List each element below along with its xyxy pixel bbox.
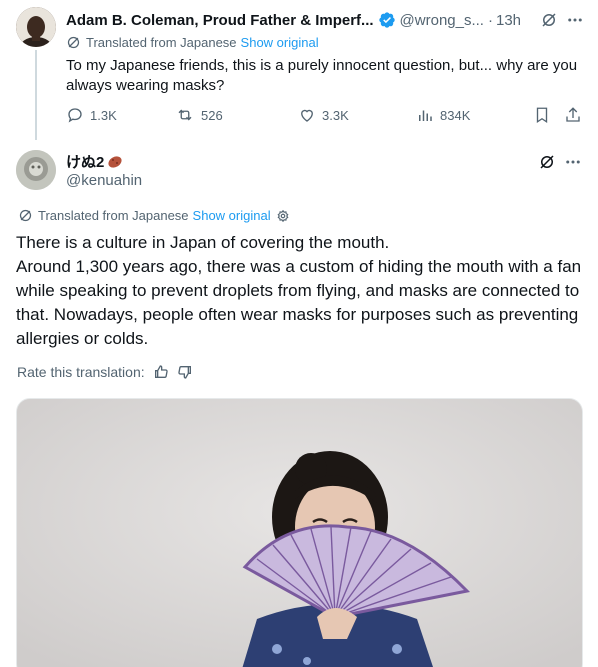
verified-badge-icon[interactable] [378,11,396,29]
thumbs-down-icon[interactable] [177,364,193,380]
author-name[interactable]: Adam B. Coleman, Proud Father & Imperf..… [66,12,374,29]
views-button[interactable]: 834K [416,106,470,124]
reply-author-row: けぬ2 [66,151,123,172]
reply-avatar[interactable] [16,150,56,190]
reply-author-handle[interactable]: @kenuahin [66,172,142,189]
repost-button[interactable]: 526 [175,106,223,124]
more-icon[interactable] [562,151,584,173]
share-button[interactable] [564,106,588,124]
reply-count: 1.3K [90,107,117,123]
view-count: 834K [440,107,471,123]
reply-text-line: There is a culture in Japan of covering … [16,233,390,252]
reply-text: There is a culture in Japan of covering … [16,231,582,351]
tweet-text: To my Japanese friends, this is a purely… [66,57,578,94]
translation-notice: Translated from Japanese Show original [66,35,319,50]
more-icon[interactable] [564,9,586,31]
globe-icon [66,35,81,50]
translated-label: Translated from Japanese [86,35,237,50]
tweet-header: Adam B. Coleman, Proud Father & Imperf..… [66,9,586,31]
heart-icon [301,109,313,122]
share-icon [566,107,580,122]
like-count: 3.3K [322,107,349,123]
rate-label: Rate this translation: [17,364,145,380]
thumbs-up-icon[interactable] [153,364,169,380]
show-original-link[interactable]: Show original [193,208,271,223]
bookmark-button[interactable] [533,106,557,124]
views-icon [419,110,432,121]
show-original-link[interactable]: Show original [241,35,319,50]
bookmark-icon [536,107,548,124]
like-button[interactable]: 3.3K [298,106,349,124]
grok-icon[interactable] [538,9,560,31]
action-bar: 1.3K 526 3.3K 834K [58,106,588,132]
sweet-potato-emoji-icon [108,155,122,168]
grok-icon[interactable] [536,151,558,173]
author-handle[interactable]: @wrong_s... [400,12,484,29]
timestamp[interactable]: 13h [496,12,521,29]
thread-connector [35,50,37,140]
gear-icon[interactable] [276,209,290,223]
reply-icon [68,108,82,123]
rate-translation: Rate this translation: [17,364,193,380]
reply-translation-notice: Translated from Japanese Show original [18,208,290,223]
globe-icon [18,208,33,223]
reply-author-name[interactable]: けぬ2 [66,151,104,172]
repost-count: 526 [201,107,223,123]
reply-button[interactable]: 1.3K [66,106,117,124]
translated-label: Translated from Japanese [38,208,189,223]
avatar[interactable] [16,7,56,47]
attached-photo[interactable] [16,398,583,667]
repost-icon [178,109,192,121]
separator-dot: · [487,11,493,29]
reply-text-line: Around 1,300 years ago, there was a cust… [16,257,582,348]
